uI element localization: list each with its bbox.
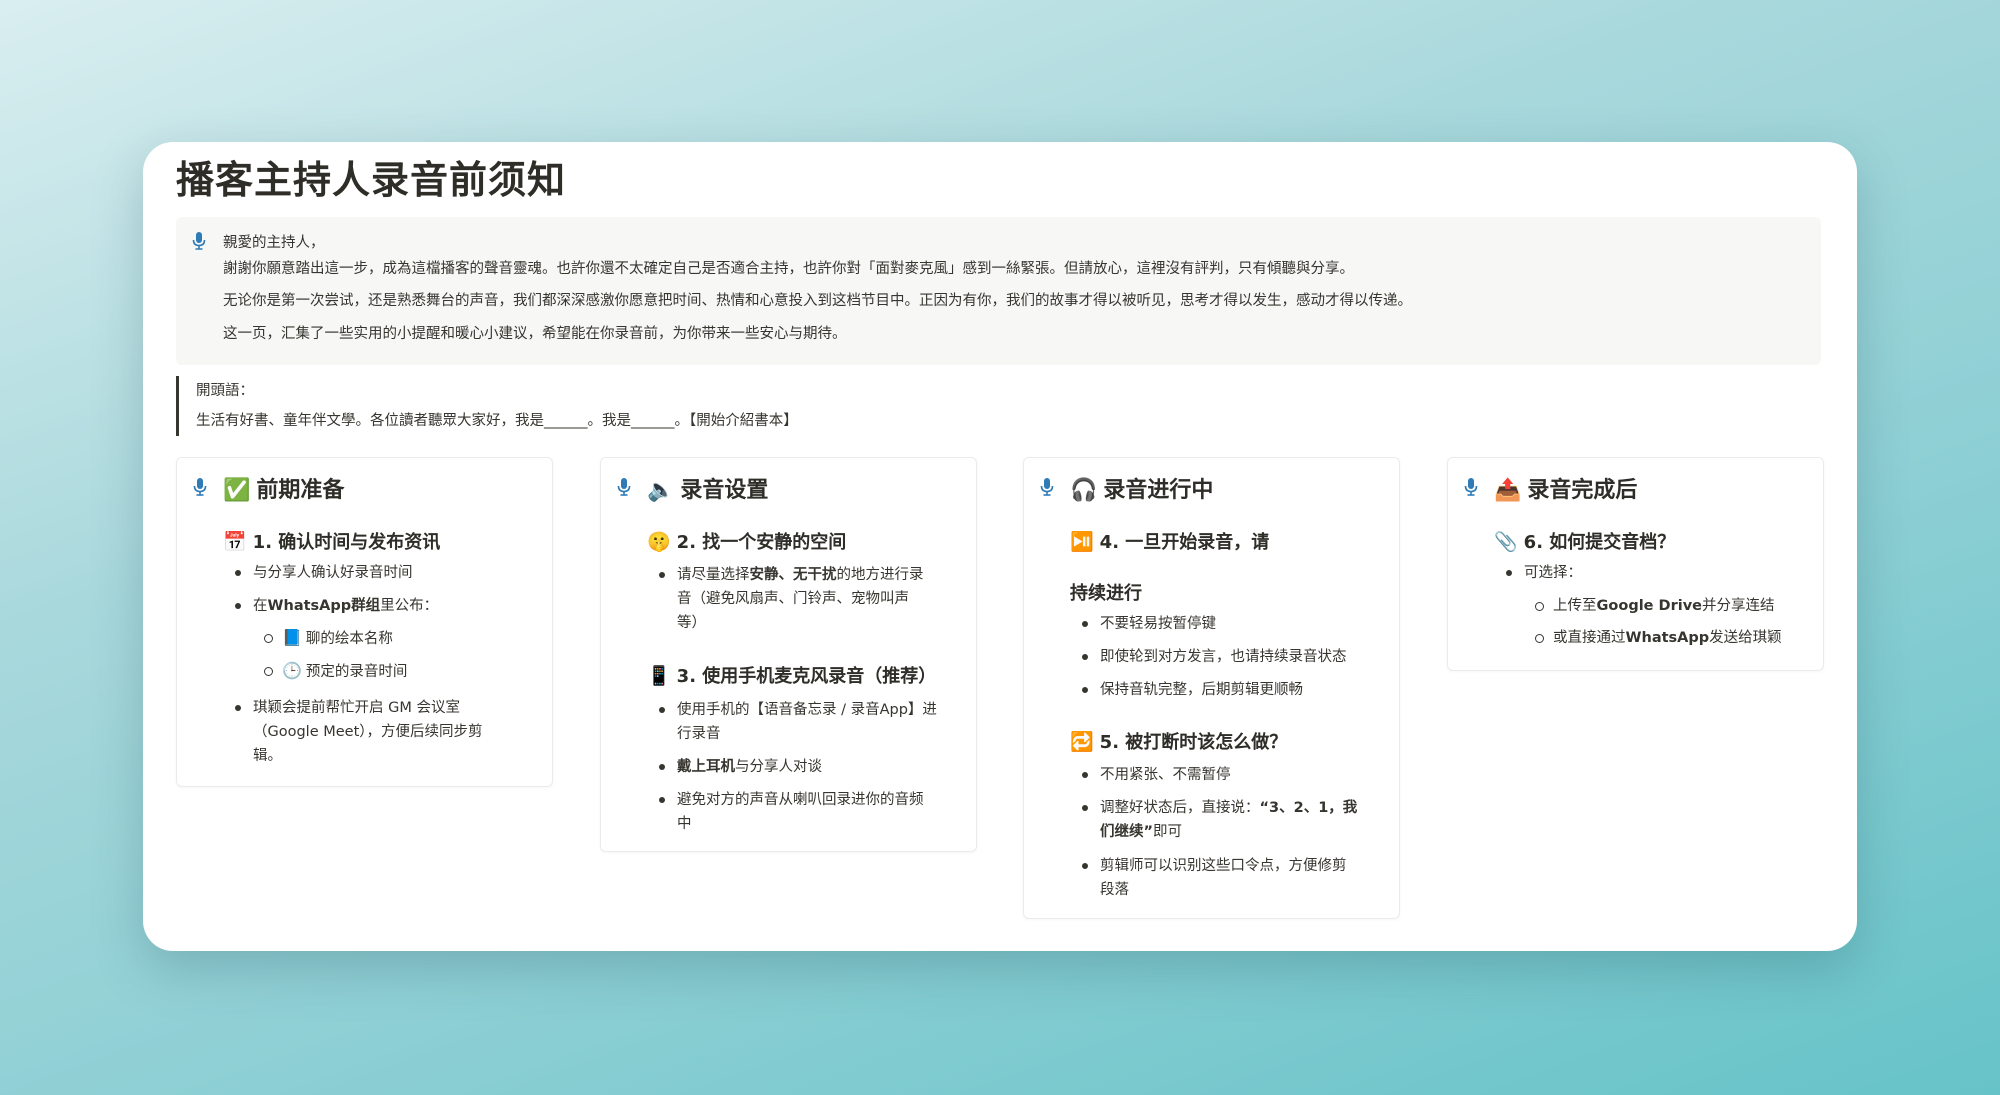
callout-paragraph: 这一页，汇集了一些实用的小提醒和暖心小建议，希望能在你录音前，为你带来一些安心与…	[223, 326, 847, 342]
list-item: 剪辑师可以识别这些口令点，方便修剪 段落	[1082, 854, 1385, 902]
outbox-tray-icon: 📤	[1494, 478, 1522, 503]
list-item: 与分享人确认好录音时间	[235, 561, 413, 585]
speaker-icon: 🔈	[647, 478, 675, 503]
card-recording-in-progress: 🎧 录音进行中 ⏯️ 4. 一旦开始录音，请 持续进行 不要轻易按暂停键 即使轮到对…	[1023, 457, 1400, 919]
microphone-icon[interactable]	[193, 478, 207, 500]
list-item: 使用手机的【语音备忘录 / 录音App】进 行录音	[659, 698, 962, 746]
calendar-icon: 📅	[223, 531, 247, 553]
section-heading: 🔁 5. 被打断时该怎么做？	[1070, 731, 1288, 753]
list-item: 不要轻易按暂停键	[1082, 612, 1216, 636]
section-heading-continued: 持续进行	[1070, 583, 1142, 604]
headphones-icon: 🎧	[1070, 478, 1098, 503]
list-item: 调整好状态后，直接说：“3、2、1，我 们继续”即可	[1082, 796, 1385, 844]
card-recording-setup: 🔈 录音设置 🤫 2. 找一个安静的空间 请尽量选择安静、无干扰的地方进行录 音（避…	[600, 457, 977, 852]
shushing-face-icon: 🤫	[647, 531, 671, 553]
opening-quote: 開頭語： 生活有好書、童年伴文學。各位讀者聽眾大家好，我是______。我是__…	[176, 376, 1176, 436]
card-title: 📤 录音完成后	[1494, 478, 1638, 503]
list-item: 🕒 预定的录音时间	[263, 659, 407, 684]
section-heading: ⏯️ 4. 一旦开始录音，请	[1070, 531, 1270, 553]
card-title: 🎧 录音进行中	[1070, 478, 1214, 503]
blue-book-icon: 📘	[282, 628, 302, 647]
list-item: 琪颖会提前帮忙开启 GM 会议室 （Google Meet），方便后续同步剪 辑…	[235, 696, 523, 768]
check-icon: ✅	[223, 478, 251, 503]
card-title: 🔈 录音设置	[647, 478, 769, 503]
list-item: 可选择：	[1506, 561, 1582, 585]
callout-greeting: 親愛的主持人，	[223, 235, 325, 251]
callout-paragraph: 謝謝你願意踏出這一步，成為這檔播客的聲音靈魂。也許你還不太確定自己是否適合主持，…	[223, 261, 1354, 277]
microphone-icon[interactable]	[192, 232, 206, 254]
list-item: 请尽量选择安静、无干扰的地方进行录 音（避免风扇声、门铃声、宠物叫声 等）	[659, 563, 947, 635]
list-item: 戴上耳机与分享人对谈	[659, 755, 822, 779]
list-item: 不用紧张、不需暂停	[1082, 763, 1231, 787]
page-title: 播客主持人录音前须知	[176, 158, 567, 202]
section-heading: 🤫 2. 找一个安静的空间	[647, 531, 847, 553]
section-heading: 📱 3. 使用手机麦克风录音（推荐）	[647, 665, 937, 687]
callout-paragraph: 无论你是第一次尝试，还是熟悉舞台的声音，我们都深深感激你愿意把时间、热情和心意投…	[223, 293, 1412, 309]
intro-callout: 親愛的主持人， 謝謝你願意踏出這一步，成為這檔播客的聲音靈魂。也許你還不太確定自…	[176, 217, 1821, 365]
play-pause-icon: ⏯️	[1070, 531, 1094, 553]
card-preparation: ✅ 前期准备 📅 1. 确认时间与发布资讯 与分享人确认好录音时间 在WhatsAp…	[176, 457, 553, 787]
list-item: 或直接通过WhatsApp发送给琪颖	[1535, 626, 1782, 650]
notion-page-window: 播客主持人录音前须知 親愛的主持人， 謝謝你願意踏出這一步，成為這檔播客的聲音靈…	[143, 142, 1857, 951]
microphone-icon[interactable]	[1040, 478, 1054, 500]
section-heading: 📅 1. 确认时间与发布资讯	[223, 531, 441, 553]
list-item: 即使轮到对方发言，也请持续录音状态	[1082, 645, 1347, 669]
quote-label: 開頭語：	[196, 383, 254, 399]
repeat-icon: 🔁	[1070, 731, 1094, 753]
paperclip-icon: 📎	[1494, 531, 1518, 553]
clock-icon: 🕒	[282, 661, 302, 680]
list-item: 保持音轨完整，后期剪辑更顺畅	[1082, 678, 1303, 702]
card-title: ✅ 前期准备	[223, 478, 345, 503]
list-item: 📘 聊的绘本名称	[264, 626, 393, 651]
microphone-icon[interactable]	[617, 478, 631, 500]
list-item: 上传至Google Drive并分享连结	[1535, 594, 1775, 618]
mobile-phone-icon: 📱	[647, 665, 671, 687]
card-after-recording: 📤 录音完成后 📎 6. 如何提交音档？ 可选择： 上传至Google Drive并…	[1447, 457, 1824, 671]
quote-text: 生活有好書、童年伴文學。各位讀者聽眾大家好，我是______。我是______。…	[196, 413, 798, 429]
section-heading: 📎 6. 如何提交音档？	[1494, 531, 1676, 553]
list-item: 在WhatsApp群组里公布：	[234, 594, 438, 618]
list-item: 避免对方的声音从喇叭回录进你的音频 中	[659, 788, 962, 836]
microphone-icon[interactable]	[1464, 478, 1478, 500]
